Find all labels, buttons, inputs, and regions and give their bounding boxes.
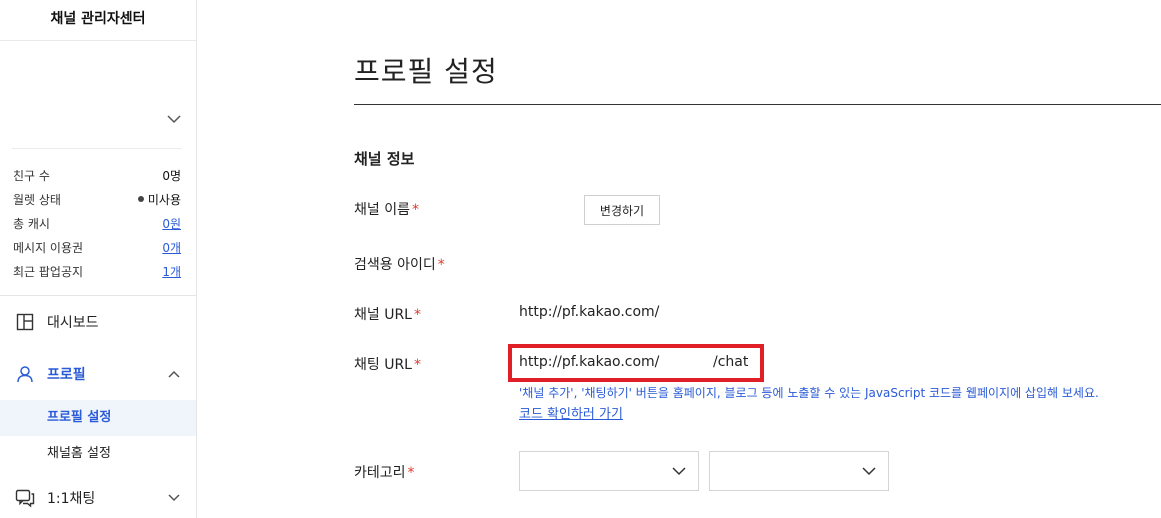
chat-url-label: 채팅 URL *	[354, 354, 421, 374]
label-text: 채팅 URL	[354, 357, 412, 373]
sidebar-item-dashboard[interactable]: 대시보드	[0, 302, 196, 342]
stat-row-popup-notice: 최근 팝업공지 1개	[13, 259, 181, 283]
sidebar-item-label: 1:1채팅	[47, 491, 96, 507]
chevron-down-icon	[862, 467, 876, 476]
category-select-primary[interactable]	[519, 451, 699, 491]
help-text: '채널 추가', '채팅하기' 버튼을 홈페이지, 블로그 등에 노출할 수 있…	[519, 386, 1099, 400]
divider	[354, 104, 1161, 105]
channel-stats: 친구 수 0명 월렛 상태 미사용 총 캐시 0원 메시지 이용권 0개 최근 …	[13, 163, 181, 283]
stat-label: 친구 수	[13, 168, 50, 183]
divider	[0, 295, 196, 296]
chevron-down-icon[interactable]	[166, 113, 182, 125]
chat-url-suffix: /chat	[713, 354, 749, 370]
user-icon	[15, 364, 35, 384]
search-id-label: 검색용 아이디 *	[354, 254, 445, 274]
code-check-link[interactable]: 코드 확인하러 가기	[519, 403, 623, 422]
status-dot-icon	[137, 196, 144, 202]
stat-label: 최근 팝업공지	[13, 264, 84, 279]
divider	[12, 148, 182, 149]
channel-name-label: 채널 이름 *	[354, 199, 419, 219]
sidebar: 채널 관리자센터 친구 수 0명 월렛 상태 미사용 총 캐시 0원 메시지 이…	[0, 0, 197, 518]
wallet-status: 미사용	[147, 192, 181, 207]
category-label: 카테고리 *	[354, 462, 415, 482]
channel-profile-selector[interactable]	[0, 41, 196, 149]
sidebar-item-chat[interactable]: 1:1채팅	[0, 478, 196, 518]
message-voucher-link[interactable]: 0개	[162, 239, 181, 256]
required-mark: *	[414, 357, 421, 373]
chat-url-prefix: http://pf.kakao.com/	[519, 354, 660, 370]
popup-notice-link[interactable]: 1개	[162, 263, 181, 280]
chat-icon	[15, 488, 35, 508]
stat-label: 월렛 상태	[13, 192, 61, 207]
sidebar-subitem-channel-home-settings[interactable]: 채널홈 설정	[0, 436, 196, 472]
cash-link[interactable]: 0원	[162, 215, 181, 232]
required-mark: *	[414, 307, 421, 323]
change-button[interactable]: 변경하기	[584, 195, 660, 225]
stat-row-cash: 총 캐시 0원	[13, 211, 181, 235]
stat-label: 총 캐시	[13, 216, 50, 231]
sidebar-item-profile[interactable]: 프로필	[0, 354, 196, 394]
category-select-secondary[interactable]	[709, 451, 889, 491]
channel-url-label: 채널 URL *	[354, 304, 421, 324]
sidebar-title: 채널 관리자센터	[0, 0, 196, 41]
stat-value: 미사용	[137, 191, 181, 208]
page-title: 프로필 설정	[354, 55, 498, 88]
label-text: 검색용 아이디	[354, 257, 436, 273]
stat-label: 메시지 이용권	[13, 240, 84, 255]
stat-row-wallet: 월렛 상태 미사용	[13, 187, 181, 211]
required-mark: *	[437, 257, 445, 273]
dashboard-icon	[15, 312, 35, 332]
stat-row-message-voucher: 메시지 이용권 0개	[13, 235, 181, 259]
label-text: 채널 URL	[354, 307, 412, 323]
sidebar-item-label: 대시보드	[47, 315, 99, 331]
chevron-down-icon[interactable]	[167, 493, 181, 503]
stat-row-friends: 친구 수 0명	[13, 163, 181, 187]
label-text: 채널 이름	[354, 202, 410, 218]
label-text: 카테고리	[354, 465, 406, 481]
sidebar-subitem-profile-settings[interactable]: 프로필 설정	[0, 400, 196, 436]
chevron-down-icon	[672, 467, 686, 476]
stat-value: 0명	[162, 168, 181, 183]
sidebar-item-label: 프로필	[47, 367, 86, 383]
required-mark: *	[407, 465, 415, 481]
chevron-up-icon[interactable]	[167, 369, 181, 379]
required-mark: *	[411, 202, 419, 218]
section-title: 채널 정보	[354, 150, 415, 168]
channel-url-value: http://pf.kakao.com/	[519, 304, 660, 320]
